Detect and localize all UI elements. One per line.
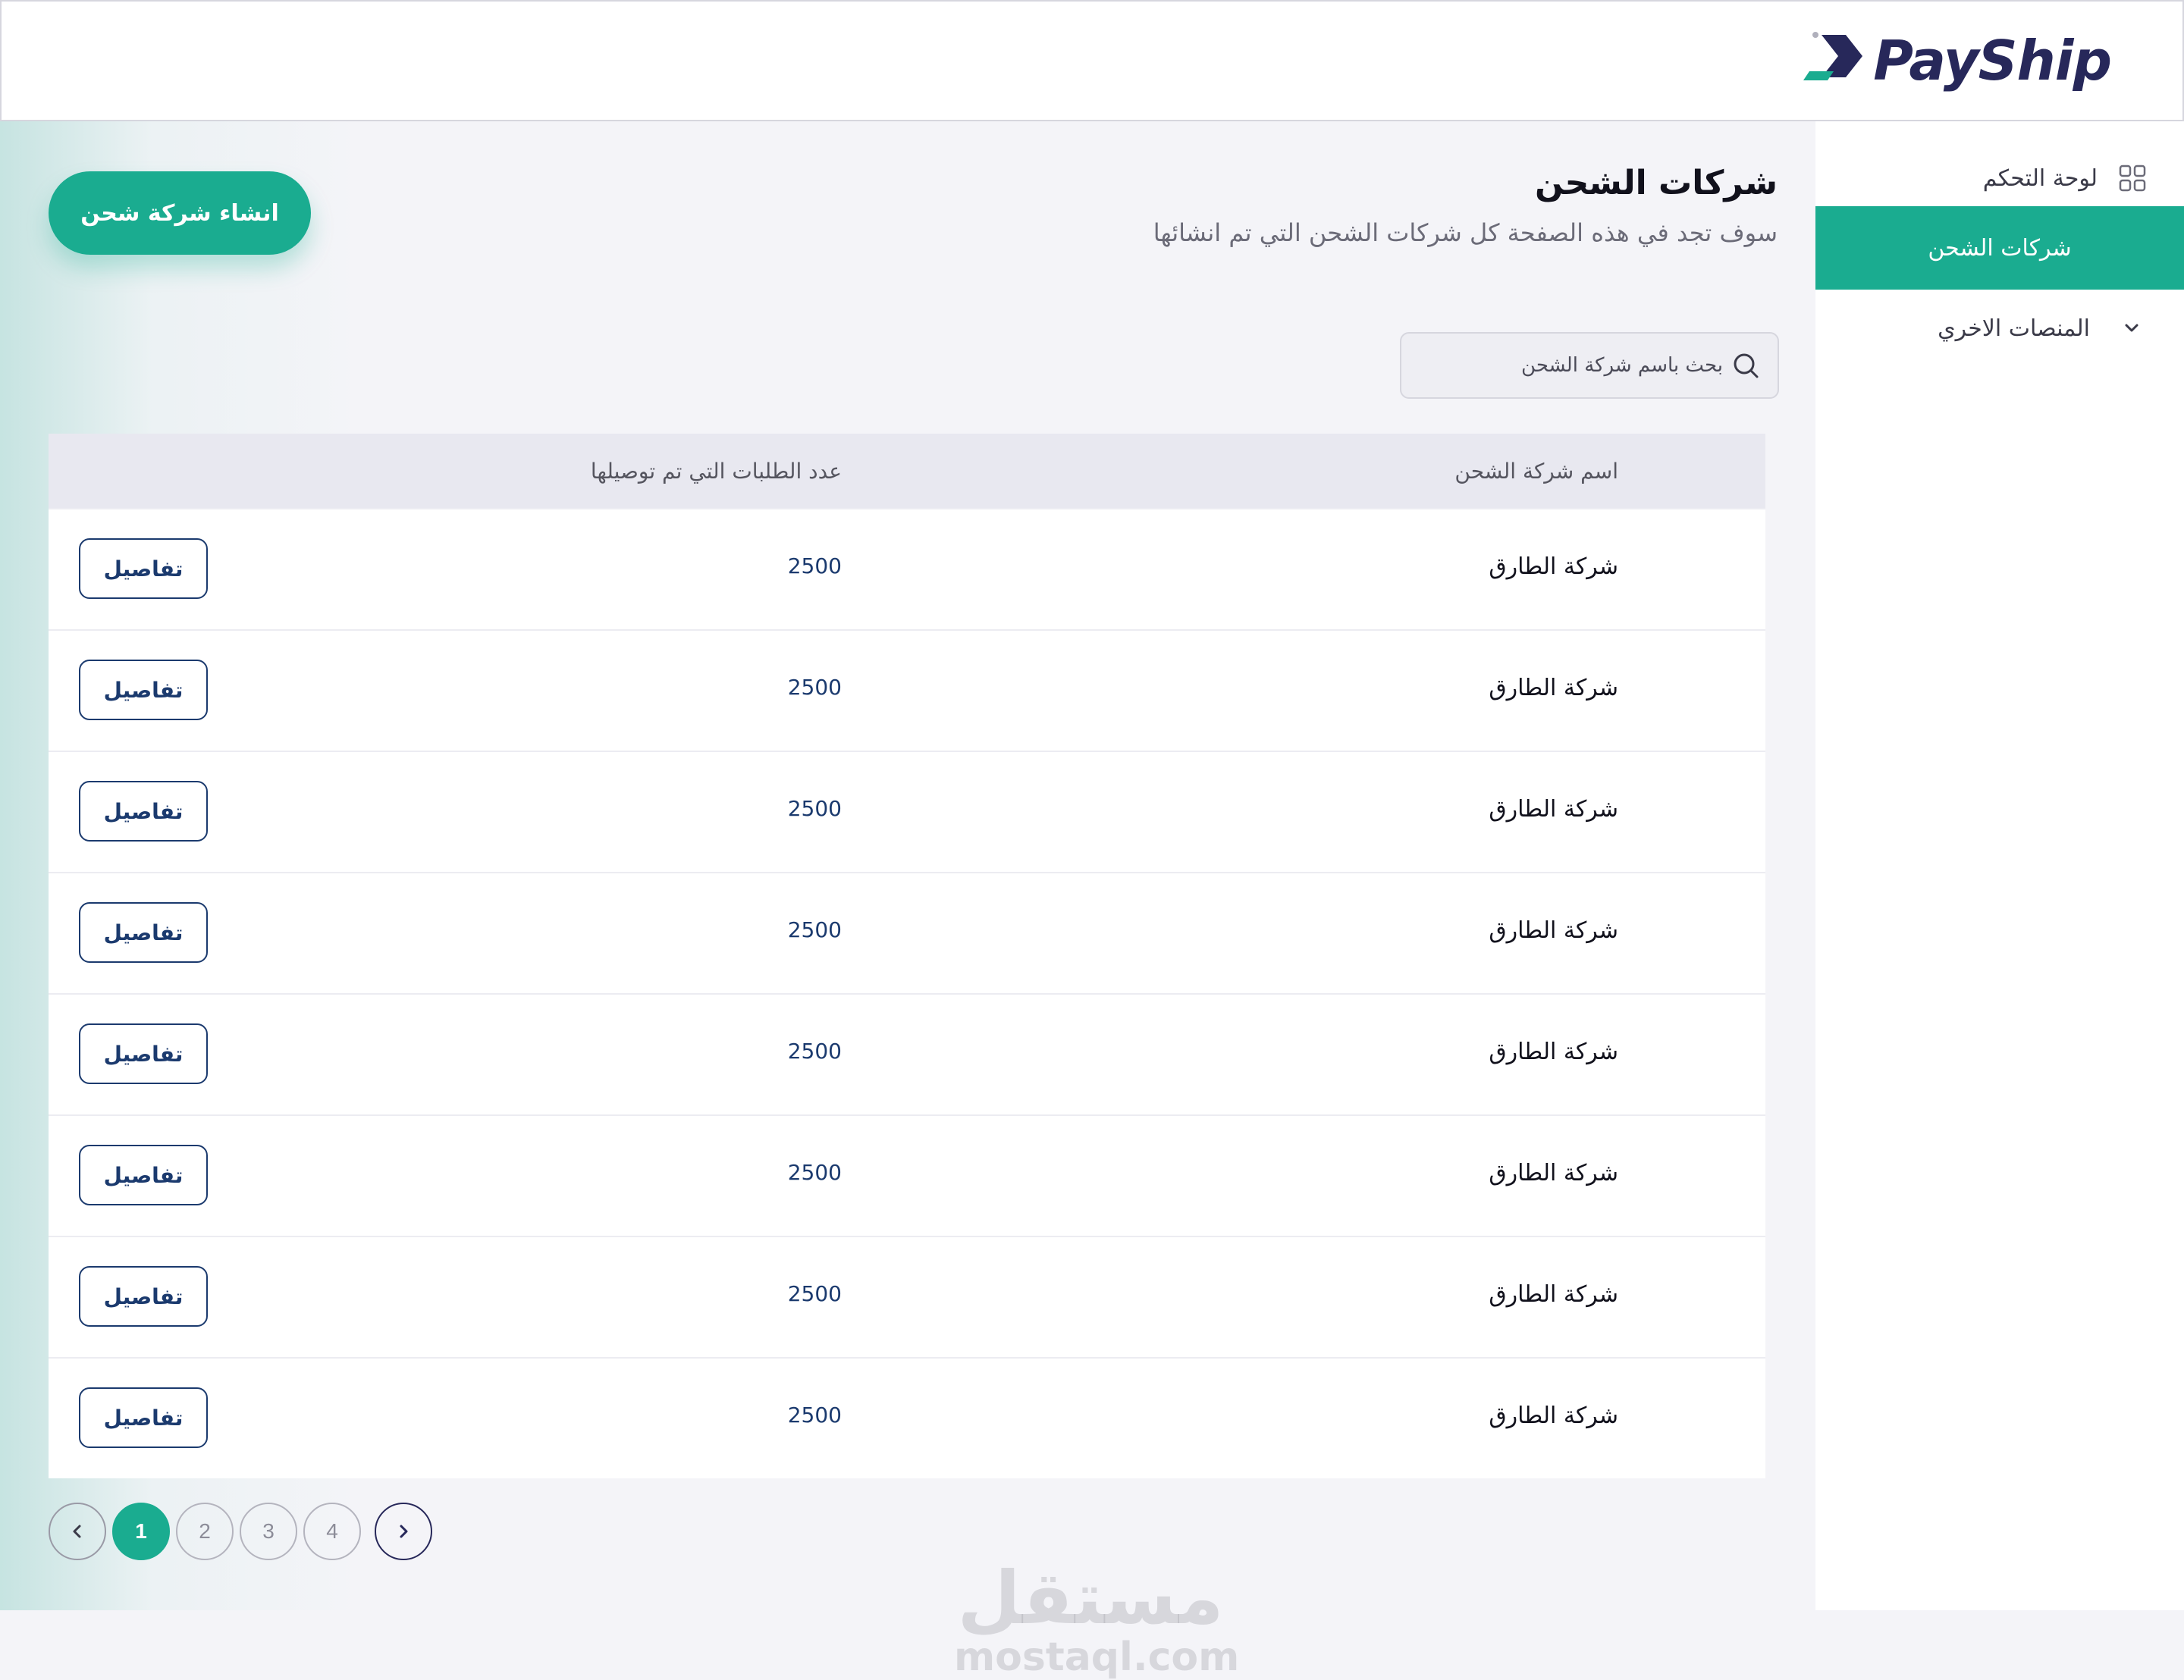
chevron-down-icon (2125, 324, 2138, 332)
search-input[interactable] (1401, 354, 1723, 377)
delivered-count: 2500 (787, 675, 842, 700)
table-row: شركة الطارق 2500 تفاصيل (49, 993, 1765, 1114)
delivered-count: 2500 (787, 1160, 842, 1185)
table-row: شركة الطارق 2500 تفاصيل (49, 751, 1765, 872)
table-row: شركة الطارق 2500 تفاصيل (49, 1357, 1765, 1478)
shipping-companies-table: اسم شركة الشحن عدد الطلبات التي تم توصيل… (49, 434, 1765, 1478)
company-name: شركة الطارق (1489, 796, 1618, 823)
delivered-count: 2500 (787, 1039, 842, 1064)
table-row: شركة الطارق 2500 تفاصيل (49, 1114, 1765, 1236)
page-button-1[interactable]: 1 (112, 1503, 170, 1560)
page-button-2[interactable]: 2 (176, 1503, 234, 1560)
table-row: شركة الطارق 2500 تفاصيل (49, 508, 1765, 629)
page-button-4[interactable]: 4 (303, 1503, 361, 1560)
grid-icon (2119, 165, 2146, 192)
next-page-button[interactable] (375, 1503, 432, 1560)
create-shipping-company-button[interactable]: انشاء شركة شحن (49, 171, 311, 255)
details-button[interactable]: تفاصيل (79, 902, 208, 963)
chevron-right-icon (400, 1525, 408, 1538)
delivered-count: 2500 (787, 553, 842, 578)
details-button[interactable]: تفاصيل (79, 781, 208, 842)
watermark-arabic: مستقل (957, 1556, 1224, 1641)
search-icon (1734, 353, 1759, 378)
company-name: شركة الطارق (1489, 1403, 1618, 1429)
sidebar: لوحة التحكم شركات الشحن المنصات الاخري (1815, 121, 2184, 1610)
table-header: اسم شركة الشحن عدد الطلبات التي تم توصيل… (49, 434, 1765, 508)
page-subtitle: سوف تجد في هذه الصفحة كل شركات الشحن الت… (1153, 218, 1778, 247)
delivered-count: 2500 (787, 1403, 842, 1428)
details-button[interactable]: تفاصيل (79, 538, 208, 599)
column-header-delivered-count: عدد الطلبات التي تم توصيلها (590, 458, 842, 484)
sidebar-item-shipping-companies[interactable]: شركات الشحن (1815, 206, 2184, 290)
main-content: شركات الشحن سوف تجد في هذه الصفحة كل شرك… (0, 121, 1815, 1680)
logo-text: PayShip (1873, 29, 2112, 92)
delivered-count: 2500 (787, 917, 842, 942)
company-name: شركة الطارق (1489, 553, 1618, 580)
page-title: شركات الشحن (1535, 164, 1778, 202)
details-button[interactable]: تفاصيل (79, 1266, 208, 1327)
company-name: شركة الطارق (1489, 1039, 1618, 1065)
details-button[interactable]: تفاصيل (79, 1023, 208, 1084)
watermark-latin: mostaql.com (954, 1635, 1240, 1680)
sidebar-item-label: المنصات الاخري (1938, 315, 2090, 342)
table-row: شركة الطارق 2500 تفاصيل (49, 1236, 1765, 1357)
company-name: شركة الطارق (1489, 917, 1618, 944)
column-header-name: اسم شركة الشحن (1454, 458, 1618, 484)
search-box[interactable] (1400, 332, 1779, 399)
delivered-count: 2500 (787, 796, 842, 821)
payship-logo[interactable]: PayShip (1799, 23, 2112, 99)
page-button-3[interactable]: 3 (240, 1503, 297, 1560)
chevron-left-icon (73, 1525, 81, 1538)
details-button[interactable]: تفاصيل (79, 660, 208, 720)
details-button[interactable]: تفاصيل (79, 1145, 208, 1205)
company-name: شركة الطارق (1489, 675, 1618, 701)
delivered-count: 2500 (787, 1281, 842, 1306)
company-name: شركة الطارق (1489, 1160, 1618, 1186)
sidebar-item-label: شركات الشحن (1928, 234, 2072, 262)
logo-arrow-icon (1803, 32, 1863, 80)
top-header: PayShip (0, 0, 2184, 121)
pagination: 1 2 3 4 (49, 1503, 438, 1560)
prev-page-button[interactable] (49, 1503, 106, 1560)
details-button[interactable]: تفاصيل (79, 1387, 208, 1448)
sidebar-item-label: لوحة التحكم (1982, 165, 2098, 192)
sidebar-item-other-platforms[interactable]: المنصات الاخري (1815, 287, 2184, 370)
mostaql-watermark: مستقل mostaql.com (954, 1556, 1240, 1680)
company-name: شركة الطارق (1489, 1281, 1618, 1308)
table-row: شركة الطارق 2500 تفاصيل (49, 629, 1765, 751)
table-row: شركة الطارق 2500 تفاصيل (49, 872, 1765, 993)
